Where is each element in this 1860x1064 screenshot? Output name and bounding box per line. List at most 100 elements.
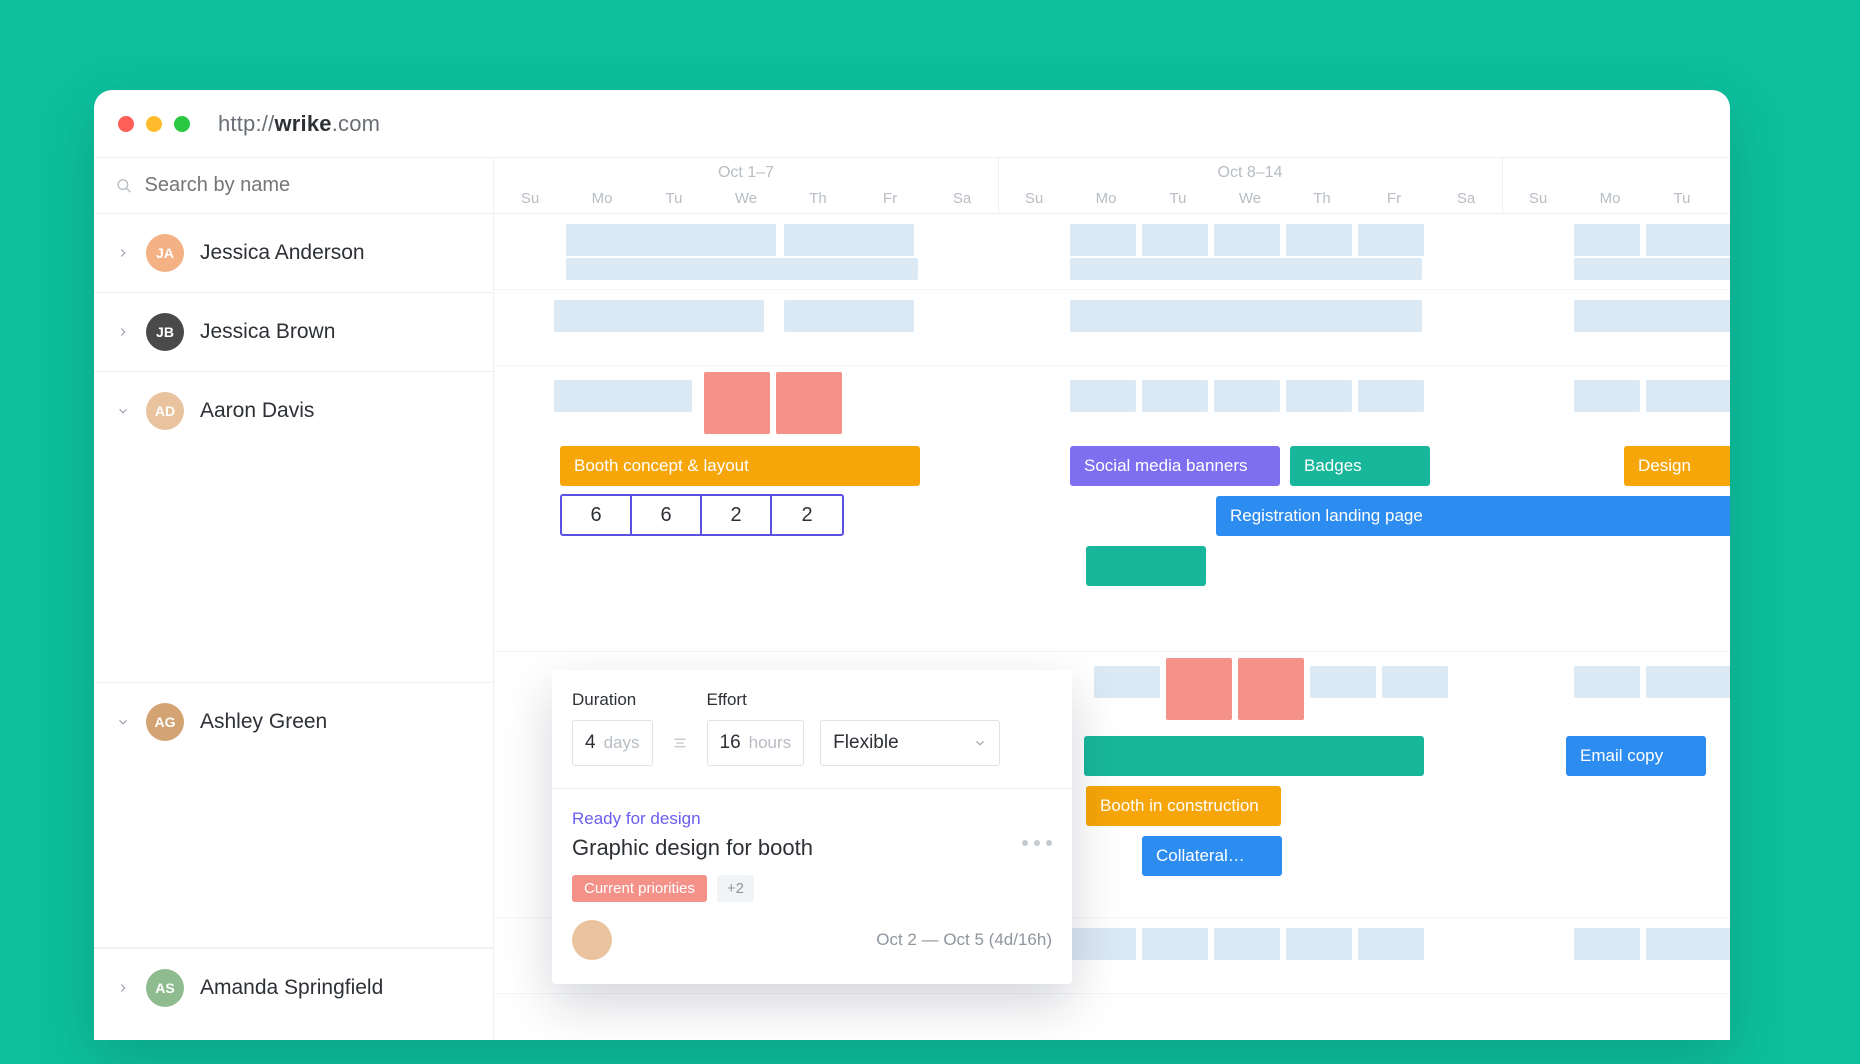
user-name: Amanda Springfield xyxy=(200,976,383,1000)
workload-block[interactable] xyxy=(1238,658,1304,720)
workload-block[interactable] xyxy=(784,300,914,332)
hours-cell[interactable]: 2 xyxy=(702,496,772,534)
task-bar[interactable]: Collateral… xyxy=(1142,836,1282,876)
task-bar[interactable]: Booth in construction xyxy=(1086,786,1281,826)
sidebar-item-user[interactable]: AS Amanda Springfield xyxy=(94,948,493,1027)
workload-block[interactable] xyxy=(554,380,692,412)
workload-block[interactable] xyxy=(1574,666,1640,698)
hours-cell[interactable]: 6 xyxy=(562,496,632,534)
hours-cell[interactable]: 6 xyxy=(632,496,702,534)
day-header: Su xyxy=(494,190,566,207)
workload-block[interactable] xyxy=(1166,658,1232,720)
minimize-icon[interactable] xyxy=(146,116,162,132)
workload-block[interactable] xyxy=(1070,928,1136,960)
day-header: Mo xyxy=(1574,190,1646,207)
workload-block[interactable] xyxy=(1094,666,1160,698)
task-title: Graphic design for booth xyxy=(572,835,1052,861)
task-bar[interactable]: Social media banners xyxy=(1070,446,1280,486)
workload-block[interactable] xyxy=(1646,224,1730,256)
close-icon[interactable] xyxy=(118,116,134,132)
task-bar[interactable]: Booth concept & layout xyxy=(560,446,920,486)
workload-block[interactable] xyxy=(1574,928,1640,960)
timeline-header: Oct 1–7 Oct 8–14 SuMoTuWeThFrSaSuMoTuWeT… xyxy=(494,158,1730,214)
search-icon xyxy=(116,177,133,195)
workload-block[interactable] xyxy=(1214,380,1280,412)
workload-block[interactable] xyxy=(1070,258,1422,280)
chevron-down-icon xyxy=(116,404,130,418)
workload-block[interactable] xyxy=(1358,928,1424,960)
workload-block[interactable] xyxy=(1142,928,1208,960)
task-bar[interactable] xyxy=(1084,736,1424,776)
task-status[interactable]: Ready for design xyxy=(572,809,1052,829)
workload-block[interactable] xyxy=(1358,224,1424,256)
window-controls xyxy=(118,116,190,132)
workload-block[interactable] xyxy=(1310,666,1376,698)
avatar: AD xyxy=(146,392,184,430)
task-bar[interactable]: Email copy xyxy=(1566,736,1706,776)
task-bar[interactable]: Registration landing page xyxy=(1216,496,1730,536)
workload-block[interactable] xyxy=(1646,666,1730,698)
hours-cell[interactable]: 2 xyxy=(772,496,842,534)
workload-block[interactable] xyxy=(566,224,776,256)
day-header: Tu xyxy=(1142,190,1214,207)
workload-block[interactable] xyxy=(1646,928,1730,960)
day-header: Mo xyxy=(566,190,638,207)
workload-block[interactable] xyxy=(1286,928,1352,960)
workload-block[interactable] xyxy=(1574,258,1730,280)
task-popover: Duration 4 days Effort 16 xyxy=(552,670,1072,984)
day-header: Mo xyxy=(1070,190,1142,207)
sidebar-item-user[interactable]: JB Jessica Brown xyxy=(94,293,493,371)
workload-block[interactable] xyxy=(1070,380,1136,412)
day-header: Su xyxy=(1502,190,1574,207)
workload-block[interactable] xyxy=(1574,300,1730,332)
assignee-avatar[interactable] xyxy=(572,920,612,960)
chevron-right-icon xyxy=(116,325,130,339)
task-tag-more[interactable]: +2 xyxy=(717,875,754,902)
address-bar[interactable]: http://wrike.com xyxy=(218,111,380,137)
workload-block[interactable] xyxy=(1286,224,1352,256)
workload-block[interactable] xyxy=(1646,380,1730,412)
timeline[interactable]: Oct 1–7 Oct 8–14 SuMoTuWeThFrSaSuMoTuWeT… xyxy=(494,158,1730,1040)
workload-block[interactable] xyxy=(566,258,918,280)
search-input[interactable] xyxy=(145,174,471,197)
day-header: We xyxy=(1214,190,1286,207)
task-bar[interactable]: Badges xyxy=(1290,446,1430,486)
workload-block[interactable] xyxy=(1070,224,1136,256)
more-icon[interactable] xyxy=(1022,840,1052,846)
task-bar[interactable] xyxy=(1086,546,1206,586)
day-header: Th xyxy=(1286,190,1358,207)
sidebar-item-user[interactable]: JA Jessica Anderson xyxy=(94,214,493,292)
workload-block[interactable] xyxy=(554,300,764,332)
task-tag[interactable]: Current priorities xyxy=(572,875,707,902)
day-header: Sa xyxy=(1430,190,1502,207)
week-label: Oct 1–7 xyxy=(718,164,774,182)
titlebar: http://wrike.com xyxy=(94,90,1730,158)
workload-block[interactable] xyxy=(784,224,914,256)
sidebar-item-user[interactable]: AG Ashley Green xyxy=(94,683,493,761)
workload-block[interactable] xyxy=(1574,224,1640,256)
task-bar[interactable]: Design xyxy=(1624,446,1730,486)
search-field[interactable] xyxy=(94,158,493,214)
workload-block[interactable] xyxy=(1382,666,1448,698)
effort-input[interactable]: 16 hours xyxy=(707,720,805,766)
user-name: Jessica Anderson xyxy=(200,241,365,265)
sidebar-item-user[interactable]: AD Aaron Davis xyxy=(94,372,493,450)
workload-block[interactable] xyxy=(776,372,842,434)
task-date-range: Oct 2 — Oct 5 (4d/16h) xyxy=(876,930,1052,950)
day-header: Th xyxy=(782,190,854,207)
maximize-icon[interactable] xyxy=(174,116,190,132)
workload-block[interactable] xyxy=(704,372,770,434)
workload-block[interactable] xyxy=(1286,380,1352,412)
workload-block[interactable] xyxy=(1358,380,1424,412)
workload-block[interactable] xyxy=(1142,224,1208,256)
workload-block[interactable] xyxy=(1574,380,1640,412)
effort-mode-select[interactable]: Flexible xyxy=(820,720,1000,766)
workload-block[interactable] xyxy=(1214,928,1280,960)
duration-input[interactable]: 4 days xyxy=(572,720,653,766)
effort-hours-grid[interactable]: 6 6 2 2 xyxy=(560,494,844,536)
workload-block[interactable] xyxy=(1070,300,1422,332)
avatar: AS xyxy=(146,969,184,1007)
day-header: Fr xyxy=(1358,190,1430,207)
workload-block[interactable] xyxy=(1214,224,1280,256)
workload-block[interactable] xyxy=(1142,380,1208,412)
